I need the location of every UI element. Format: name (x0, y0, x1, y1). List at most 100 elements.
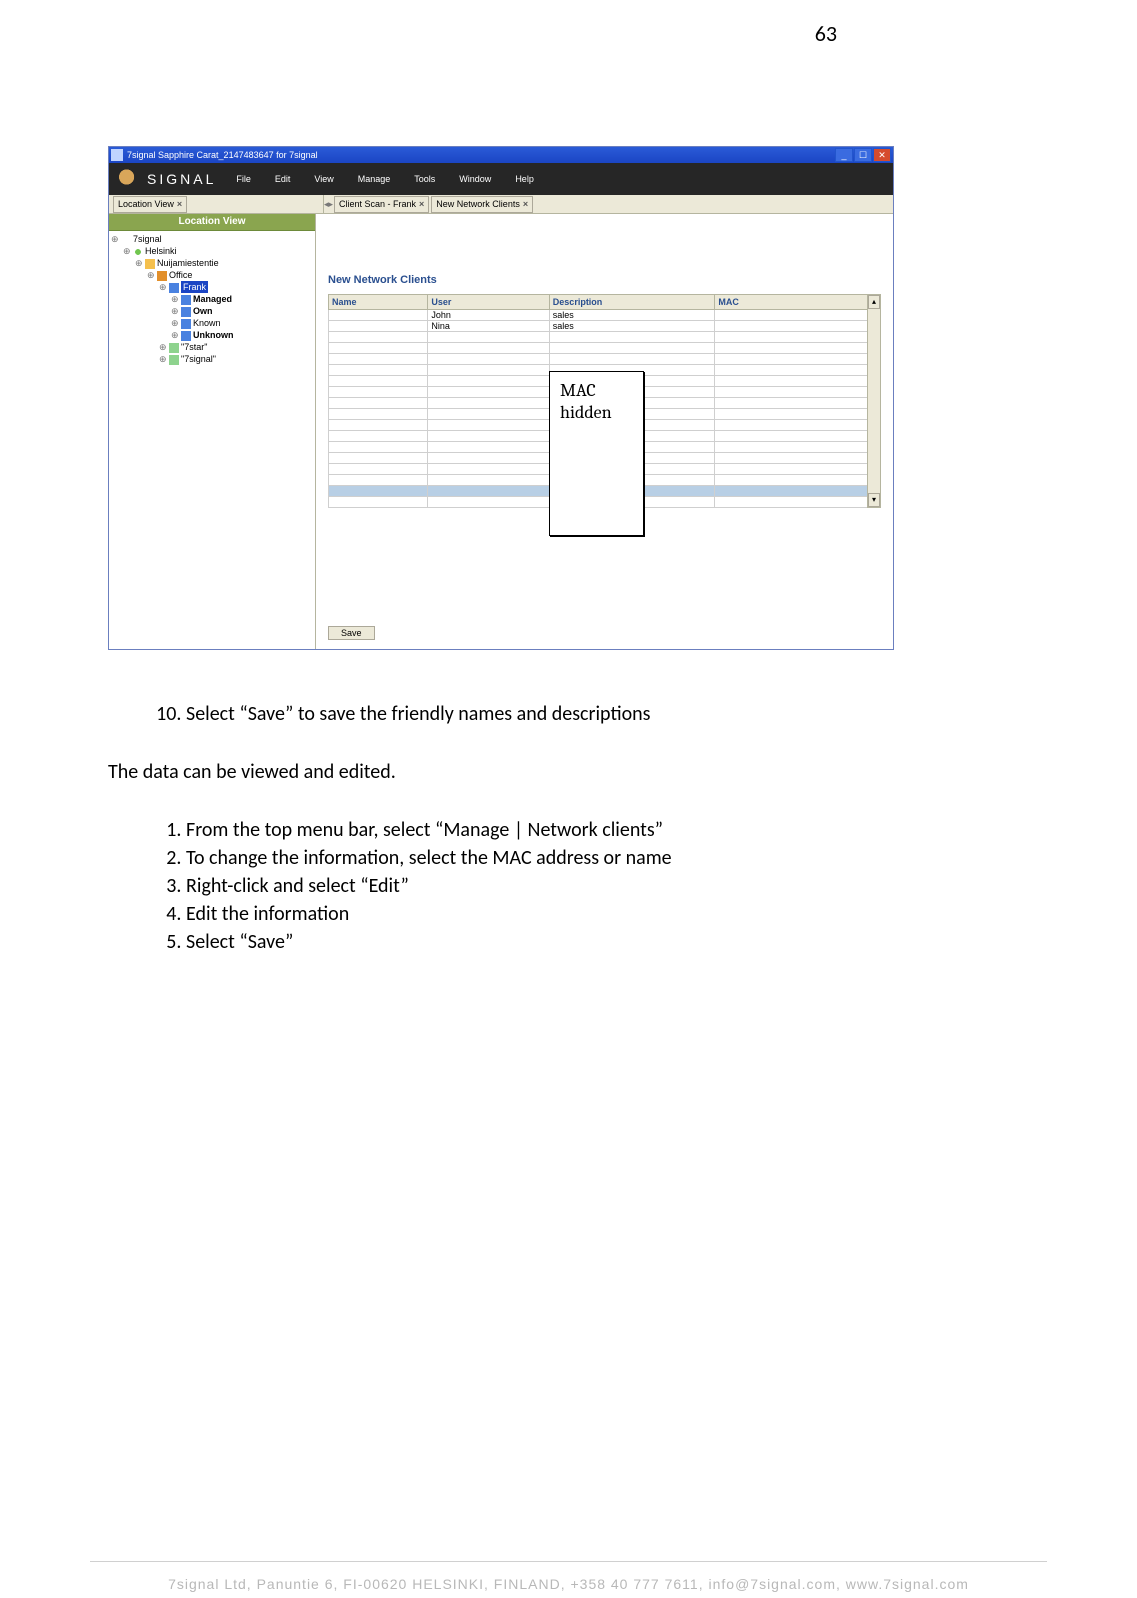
table-row[interactable]: Ninasales (329, 321, 881, 332)
tree-node-nuijamiestentie[interactable]: ⊕ Nuijamiestentie (111, 257, 315, 269)
expander-icon[interactable]: ⊕ (147, 270, 157, 280)
tree-node-helsinki[interactable]: ⊕ Helsinki (111, 245, 315, 257)
cell-blank[interactable] (329, 431, 428, 442)
tab-new-network-clients[interactable]: New Network Clients× (431, 196, 533, 213)
col-name-header[interactable]: Name (329, 295, 428, 310)
cell-blank[interactable] (428, 398, 549, 409)
close-icon[interactable]: × (523, 199, 528, 209)
cell-blank[interactable] (428, 376, 549, 387)
cell-blank[interactable] (329, 387, 428, 398)
cell-blank[interactable] (428, 464, 549, 475)
cell-blank[interactable] (329, 486, 428, 497)
scroll-up-icon[interactable]: ▴ (868, 295, 880, 309)
cell-blank[interactable] (329, 475, 428, 486)
cell-blank[interactable] (329, 376, 428, 387)
expander-icon[interactable]: ⊕ (111, 234, 121, 244)
maximize-button[interactable]: ☐ (854, 148, 872, 162)
cell-blank[interactable] (549, 354, 715, 365)
cell-blank[interactable] (428, 332, 549, 343)
cell-blank[interactable] (715, 420, 881, 431)
cell-blank[interactable] (715, 442, 881, 453)
cell-blank[interactable] (329, 409, 428, 420)
tree-node-frank[interactable]: ⊕ Frank (111, 281, 315, 293)
tree-node-office[interactable]: ⊕ Office (111, 269, 315, 281)
minimize-button[interactable]: _ (835, 148, 853, 162)
cell-name[interactable] (329, 321, 428, 332)
menu-help[interactable]: Help (515, 174, 534, 184)
cell-blank[interactable] (549, 332, 715, 343)
cell-blank[interactable] (329, 343, 428, 354)
cell-user[interactable]: John (428, 310, 549, 321)
expander-icon[interactable]: ⊕ (171, 330, 181, 340)
close-icon[interactable]: × (419, 199, 424, 209)
tab-location-view[interactable]: Location View × (113, 196, 187, 213)
col-mac-header[interactable]: MAC (715, 295, 881, 310)
table-row[interactable]: Johnsales (329, 310, 881, 321)
cell-blank[interactable] (715, 431, 881, 442)
cell-mac[interactable] (715, 321, 881, 332)
tree-view[interactable]: ⊕ 7signal⊕ Helsinki⊕ Nuijamiestentie⊕ Of… (109, 231, 315, 365)
cell-name[interactable] (329, 310, 428, 321)
tree-node-7signal[interactable]: ⊕ 7signal (111, 233, 315, 245)
cell-blank[interactable] (329, 354, 428, 365)
cell-blank[interactable] (428, 486, 549, 497)
cell-blank[interactable] (329, 453, 428, 464)
cell-blank[interactable] (715, 398, 881, 409)
cell-blank[interactable] (715, 475, 881, 486)
expander-icon[interactable]: ⊕ (171, 318, 181, 328)
cell-blank[interactable] (549, 343, 715, 354)
save-button[interactable]: Save (328, 626, 375, 640)
scroll-down-icon[interactable]: ▾ (868, 493, 880, 507)
cell-blank[interactable] (329, 420, 428, 431)
expander-icon[interactable]: ⊕ (159, 354, 169, 364)
cell-desc[interactable]: sales (549, 310, 715, 321)
cell-blank[interactable] (329, 497, 428, 508)
cell-blank[interactable] (715, 332, 881, 343)
cell-blank[interactable] (428, 442, 549, 453)
tree-node-known[interactable]: ⊕ Known (111, 317, 315, 329)
menu-view[interactable]: View (314, 174, 333, 184)
tab-client-scan-frank[interactable]: Client Scan - Frank× (334, 196, 429, 213)
expander-icon[interactable]: ⊕ (159, 342, 169, 352)
cell-blank[interactable] (428, 420, 549, 431)
tree-node--7signal-[interactable]: ⊕ "7signal" (111, 353, 315, 365)
cell-blank[interactable] (715, 365, 881, 376)
cell-blank[interactable] (715, 486, 881, 497)
menu-window[interactable]: Window (459, 174, 491, 184)
close-icon[interactable]: × (177, 199, 182, 209)
cell-blank[interactable] (715, 387, 881, 398)
tree-node-unknown[interactable]: ⊕ Unknown (111, 329, 315, 341)
tree-node--7star-[interactable]: ⊕ "7star" (111, 341, 315, 353)
cell-blank[interactable] (715, 497, 881, 508)
cell-blank[interactable] (428, 365, 549, 376)
menu-edit[interactable]: Edit (275, 174, 291, 184)
cell-blank[interactable] (715, 464, 881, 475)
expander-icon[interactable]: ⊕ (135, 258, 145, 268)
cell-blank[interactable] (715, 376, 881, 387)
cell-blank[interactable] (428, 343, 549, 354)
cell-blank[interactable] (329, 442, 428, 453)
cell-blank[interactable] (428, 409, 549, 420)
menu-tools[interactable]: Tools (414, 174, 435, 184)
col-desc-header[interactable]: Description (549, 295, 715, 310)
cell-blank[interactable] (428, 497, 549, 508)
tree-node-managed[interactable]: ⊕ Managed (111, 293, 315, 305)
cell-user[interactable]: Nina (428, 321, 549, 332)
cell-blank[interactable] (329, 365, 428, 376)
menu-file[interactable]: File (236, 174, 251, 184)
col-user-header[interactable]: User (428, 295, 549, 310)
cell-blank[interactable] (428, 431, 549, 442)
cell-blank[interactable] (428, 475, 549, 486)
cell-blank[interactable] (715, 453, 881, 464)
cell-blank[interactable] (715, 343, 881, 354)
table-row[interactable] (329, 354, 881, 365)
cell-blank[interactable] (715, 409, 881, 420)
cell-desc[interactable]: sales (549, 321, 715, 332)
tree-node-own[interactable]: ⊕ Own (111, 305, 315, 317)
expander-icon[interactable]: ⊕ (159, 282, 169, 292)
cell-blank[interactable] (329, 332, 428, 343)
cell-blank[interactable] (329, 464, 428, 475)
expander-icon[interactable]: ⊕ (123, 246, 133, 256)
cell-blank[interactable] (715, 354, 881, 365)
cell-blank[interactable] (428, 453, 549, 464)
